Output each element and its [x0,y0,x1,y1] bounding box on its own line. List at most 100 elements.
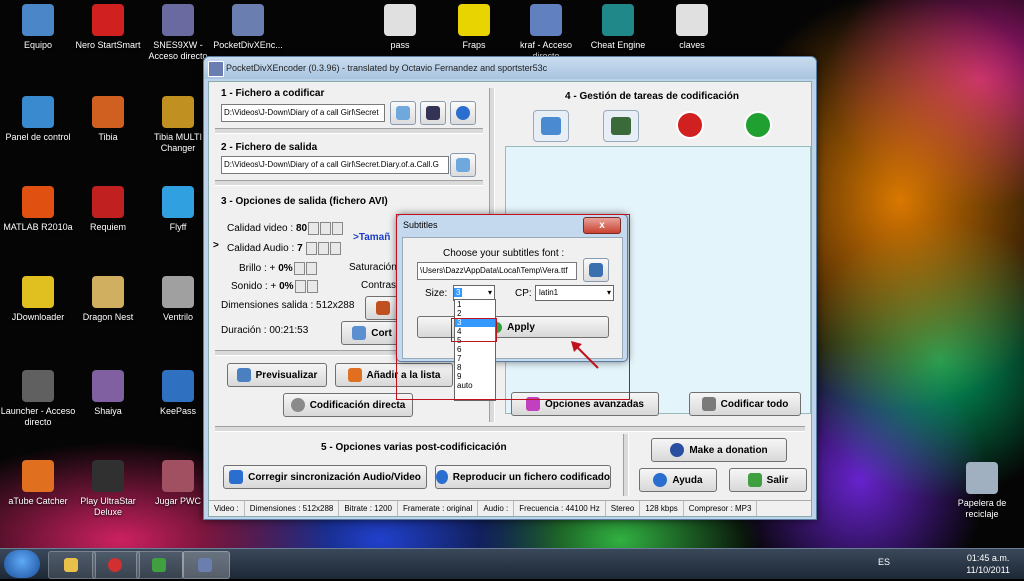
desktop-icon-label: JDownloader [11,312,65,322]
chrome-icon [108,558,122,572]
app-icon [966,462,998,494]
desktop-icon-label: Papelera de reciclaje [957,498,1007,519]
status-field: Audio : [478,501,515,516]
section-1-title: 1 - Fichero a codificar [221,88,325,99]
donation-button[interactable]: Make a donation [651,438,787,462]
desktop-icon[interactable]: Nero StartSmart [68,4,148,51]
ayuda-button[interactable]: Ayuda [639,468,717,492]
desktop-icon[interactable]: SNES9XW - Acceso directo [138,4,218,62]
app-icon [92,460,124,492]
spin-button[interactable] [332,222,344,235]
output-file-field[interactable]: D:\Videos\J-Down\Diary of a call Girl\Se… [221,156,449,174]
app-icon [162,370,194,402]
system-clock[interactable]: 01:45 a.m. 11/10/2011 [966,552,1010,576]
taskbar-pocketdivx[interactable] [182,551,230,579]
help-icon [653,473,668,487]
section-2-title: 2 - Fichero de salida [221,142,318,153]
desktop-icon[interactable]: kraf - Acceso directo [506,4,586,62]
spin-button[interactable] [305,262,317,275]
app-icon [530,4,562,36]
desktop-icon[interactable]: Play UltraStar Deluxe [68,460,148,518]
desktop-icon[interactable]: Launcher - Acceso directo [0,370,78,428]
language-indicator[interactable]: ES [878,557,890,567]
spin-button[interactable] [306,242,318,255]
desktop-icon[interactable]: Equipo [0,4,78,51]
codificar-todo-button[interactable]: Codificar todo [689,392,801,416]
taskbar-chrome[interactable] [92,551,140,579]
stop-icon [676,111,704,139]
app-icon [22,4,54,36]
status-field: Stereo [606,501,641,516]
clock-time: 01:45 a.m. [966,553,1010,563]
previsualizar-button[interactable]: Previsualizar [227,363,327,387]
folder-icon [64,558,78,572]
app-icon [602,4,634,36]
reproducir-button[interactable]: Reproducir un fichero codificado [435,465,611,489]
input-file-field[interactable]: D:\Videos\J-Down\Diary of a call Girl\Se… [221,104,385,122]
desktop-icon[interactable]: Panel de control [0,96,78,143]
annotation-box [396,214,630,400]
folder-icon [456,158,470,172]
app-icon [162,276,194,308]
app-icon [92,370,124,402]
spin-button[interactable] [330,242,342,255]
spin-button[interactable] [318,242,330,255]
desktop-icon-label: Equipo [23,40,53,50]
browse-input-button[interactable] [390,101,416,125]
window-titlebar[interactable]: PocketDivXEncoder (0.3.96) - translated … [204,57,816,79]
info-button[interactable] [450,101,476,125]
desktop-icon[interactable]: Fraps [434,4,514,51]
desktop-icon[interactable]: JDownloader [0,276,78,323]
install-button[interactable] [603,110,639,142]
desktop-icon[interactable]: MATLAB R2010a [0,186,78,233]
taskbar-messenger[interactable] [136,551,184,579]
desktop-icon-label: Requiem [89,222,127,232]
desktop-icon[interactable]: PocketDivXEnc... [208,4,288,51]
spin-button[interactable] [306,280,318,293]
start-button[interactable] [4,550,40,578]
window-title: PocketDivXEncoder (0.3.96) - translated … [226,63,548,73]
desktop-icon-label: Shaiya [94,406,122,416]
refresh-task-button[interactable] [741,110,775,140]
desktop-icon[interactable]: claves [652,4,732,51]
divider [215,426,805,432]
home-icon [747,473,762,487]
taskbar: ES 01:45 a.m. 11/10/2011 [0,548,1024,579]
app-icon [22,276,54,308]
desktop-icon[interactable]: Dragon Nest [68,276,148,323]
current-row-marker: > [213,240,219,251]
taskbar-explorer[interactable] [48,551,96,579]
app-icon [162,186,194,218]
annotation-arrow-icon [571,341,599,369]
desktop-icon[interactable]: aTube Catcher [0,460,78,507]
desktop-icon[interactable]: Shaiya [68,370,148,417]
corregir-sincronizacion-button[interactable]: Corregir sincronización Audio/Video [223,465,427,489]
status-field: Dimensiones : 512x288 [245,501,340,516]
spin-button[interactable] [294,280,306,293]
status-field: Video : [209,501,245,516]
app-icon [384,4,416,36]
desktop-icon[interactable]: Papelera de reciclaje [942,462,1022,520]
desktop-icon-label: MATLAB R2010a [3,222,73,232]
media-info-button[interactable] [420,101,446,125]
desktop-icon[interactable]: pass [360,4,440,51]
desktop-icon[interactable]: Requiem [68,186,148,233]
mouse-icon-button[interactable] [533,110,569,142]
desktop-icon-label: aTube Catcher [8,496,68,506]
section-5-title: 5 - Opciones varias post-codificicación [321,442,507,453]
tamano-link[interactable]: >Tamañ [353,232,390,243]
browse-output-button[interactable] [450,153,476,177]
codificacion-directa-button[interactable]: Codificación directa [283,393,413,417]
desktop-icon[interactable]: Cheat Engine [578,4,658,51]
app-icon [676,4,708,36]
desktop-icon[interactable]: Tibia [68,96,148,143]
spin-button[interactable] [308,222,320,235]
spin-button[interactable] [293,262,305,275]
cortar-button[interactable]: Cort [341,321,403,345]
delete-task-button[interactable] [673,110,707,140]
spin-button[interactable] [320,222,332,235]
saturacion-label: Saturación [349,262,397,273]
desktop-icon-label: PocketDivXEnc... [213,40,283,50]
scissors-icon [352,326,367,340]
salir-button[interactable]: Salir [729,468,807,492]
